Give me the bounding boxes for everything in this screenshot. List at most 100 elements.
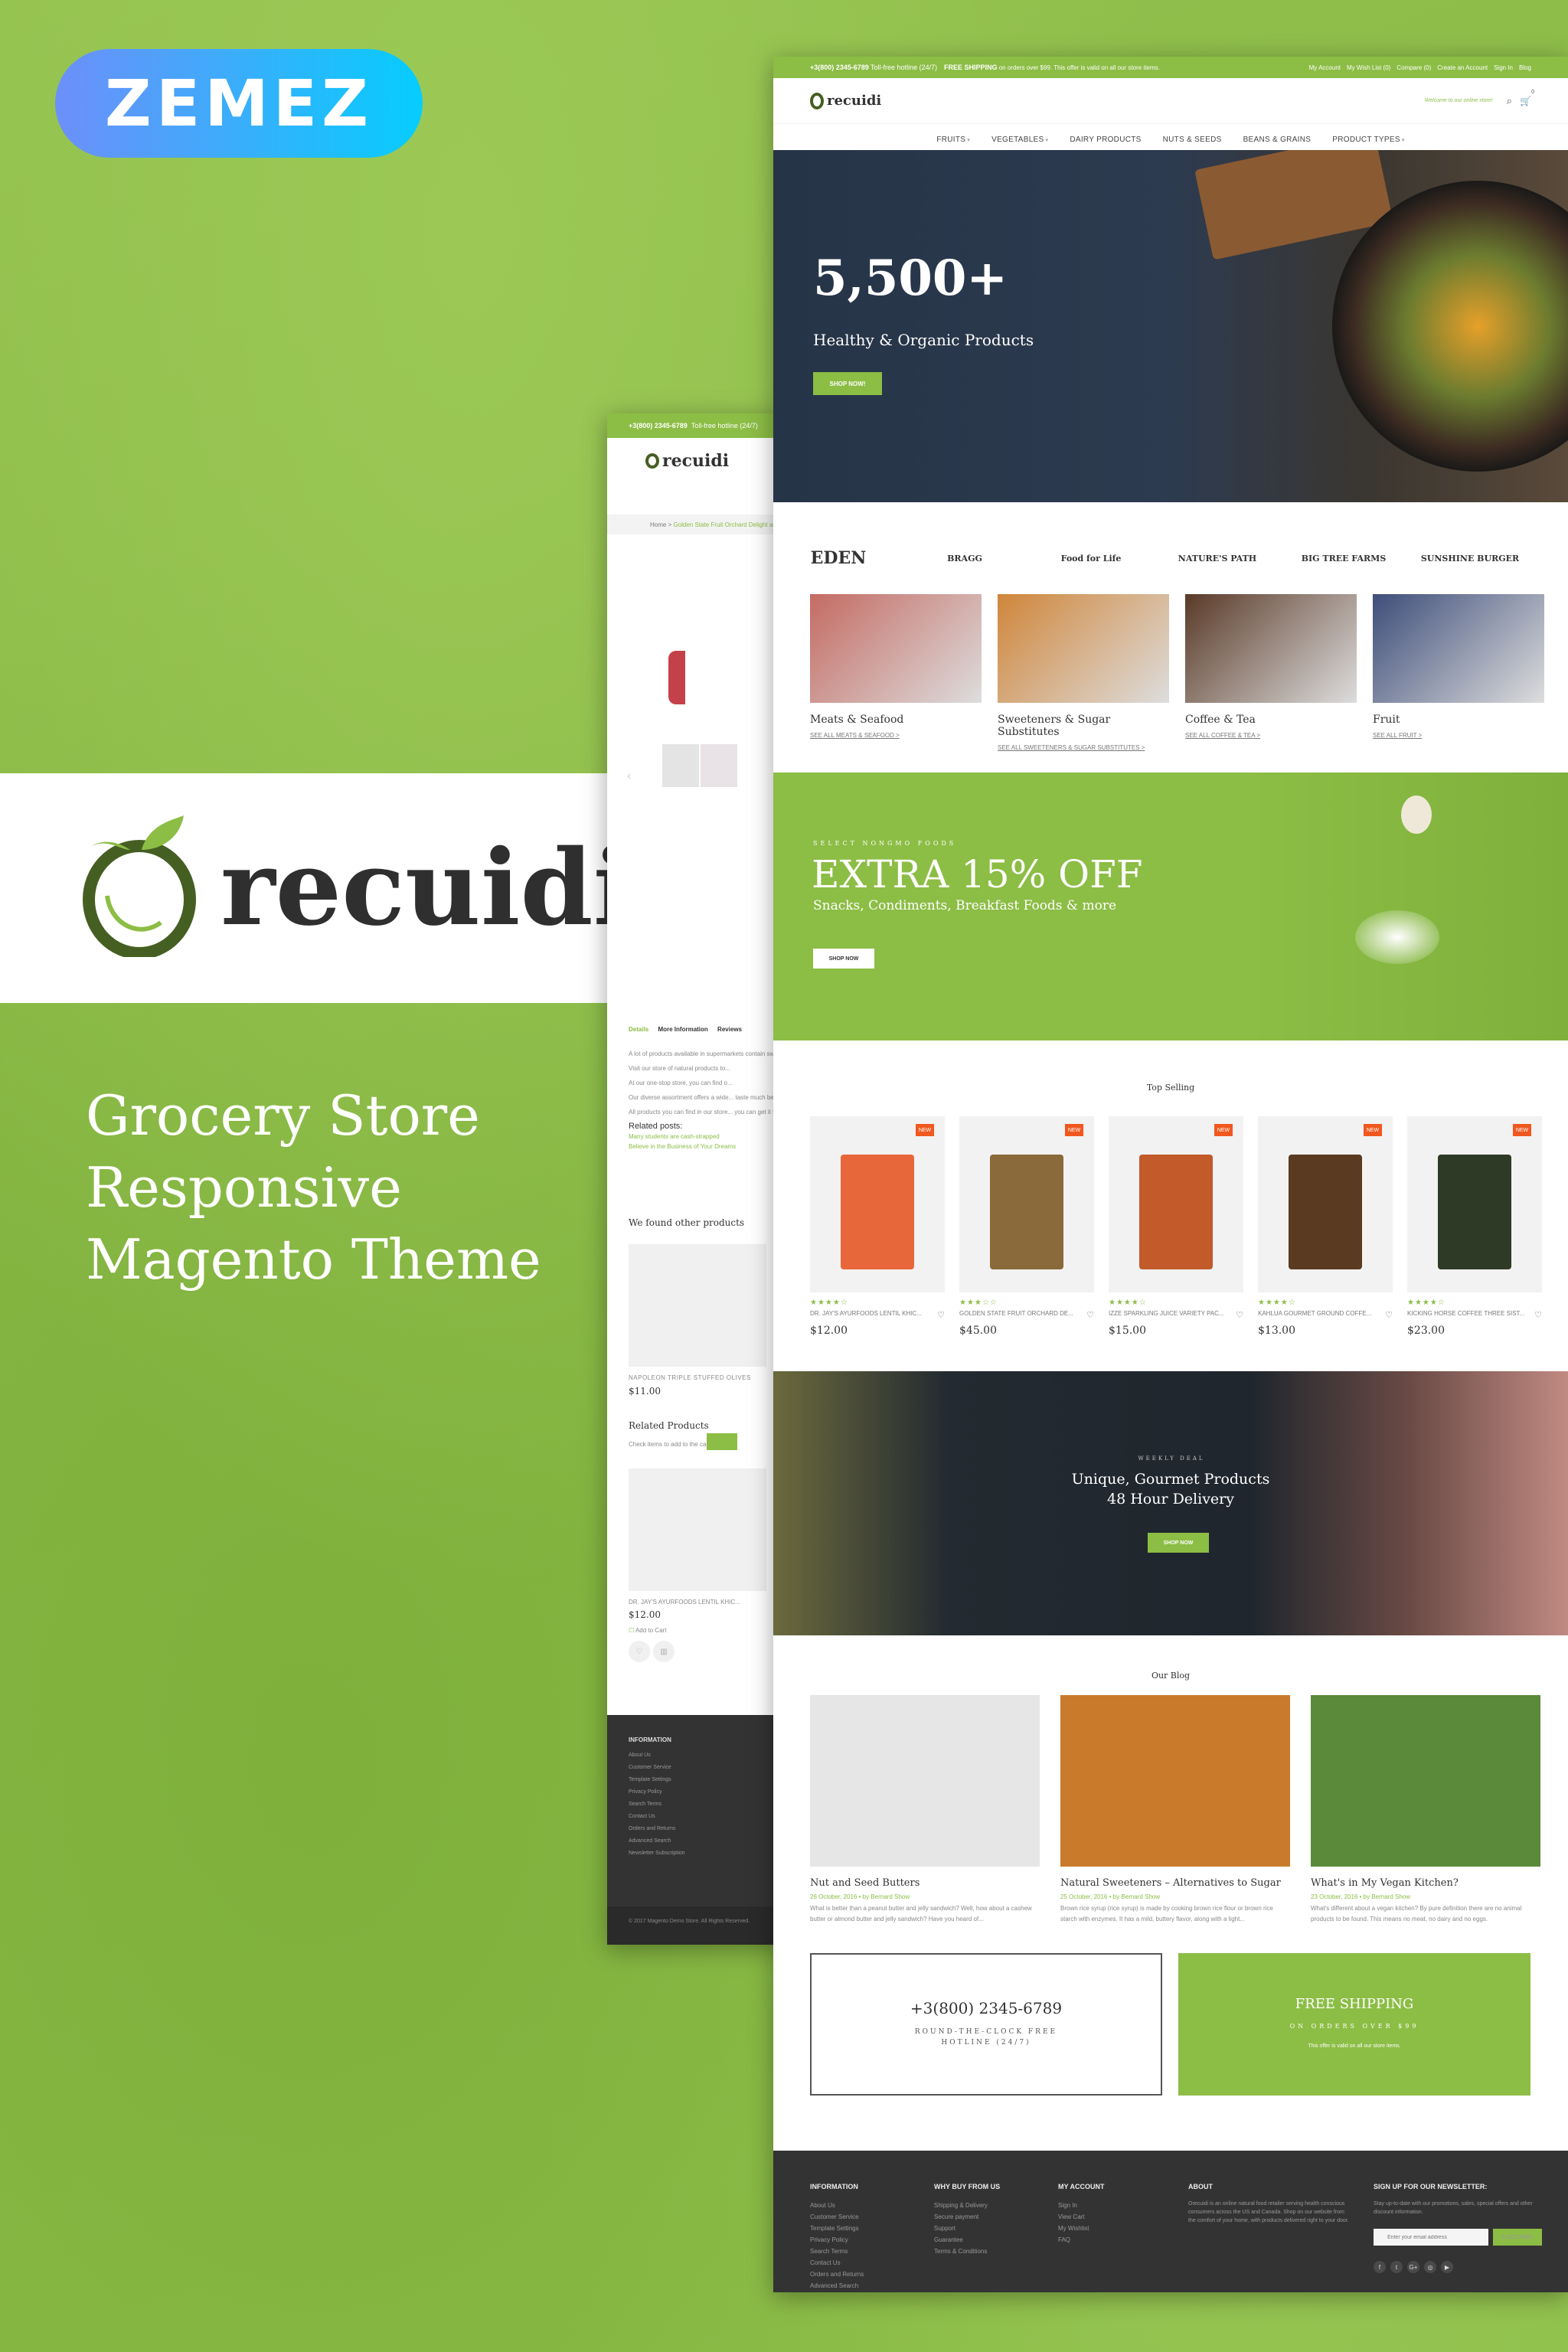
- pp-thumb-2[interactable]: [701, 744, 737, 787]
- pp-related-post-link[interactable]: Believe in the Business of Your Dreams: [629, 1142, 783, 1152]
- product-card[interactable]: NEW ★★★★☆ DR. JAY'S AYURFOODS LENTIL KHIC.…: [810, 1116, 945, 1337]
- blog-post-title[interactable]: Nut and Seed Butters: [810, 1877, 1040, 1889]
- footer-link[interactable]: View Cart: [1058, 2211, 1105, 2223]
- product-name[interactable]: DR. JAY'S AYURFOODS LENTIL KHIC...: [810, 1310, 922, 1320]
- product-name[interactable]: GOLDEN STATE FRUIT ORCHARD DE...: [959, 1310, 1073, 1320]
- blog-post-image[interactable]: [1060, 1695, 1290, 1867]
- pp-footer-link[interactable]: Advanced Search: [629, 1835, 762, 1847]
- category-image[interactable]: [1373, 594, 1544, 703]
- category-card[interactable]: Fruit SEE ALL FRUIT >: [1373, 594, 1544, 739]
- instagram-icon[interactable]: ◎: [1424, 2261, 1436, 2273]
- footer-link[interactable]: Contact Us: [810, 2257, 874, 2269]
- brand-logo[interactable]: SUNSHINE BURGER: [1420, 516, 1520, 600]
- pp-tab-reviews[interactable]: Reviews: [717, 1026, 742, 1033]
- product-name[interactable]: IZZE SPARKLING JUICE VARIETY PAC...: [1109, 1310, 1224, 1320]
- footer-link[interactable]: Template Settings: [810, 2223, 874, 2234]
- footer-link[interactable]: Orders and Returns: [810, 2269, 874, 2280]
- pp-footer-link[interactable]: Search Terms: [629, 1798, 762, 1811]
- footer-link[interactable]: Search Terms: [810, 2246, 874, 2257]
- category-name[interactable]: Sweeteners & Sugar Substitutes: [998, 714, 1169, 738]
- product-image[interactable]: NEW: [959, 1116, 1094, 1292]
- blog-post-author[interactable]: by Bernard Show: [1364, 1893, 1410, 1900]
- nav-item[interactable]: PRODUCT TYPES ▾: [1332, 136, 1404, 144]
- pp-footer-link[interactable]: Newsletter Subscription: [629, 1847, 762, 1860]
- twitter-icon[interactable]: t: [1390, 2261, 1403, 2273]
- nav-item[interactable]: DAIRY PRODUCTS: [1070, 136, 1141, 144]
- category-see-all-link[interactable]: SEE ALL MEATS & SEAFOOD >: [810, 732, 982, 739]
- pp-logo[interactable]: recuidi: [662, 451, 729, 471]
- product-image[interactable]: NEW: [1407, 1116, 1542, 1292]
- product-name[interactable]: KAHLUA GOURMET GROUND COFFE...: [1258, 1310, 1371, 1320]
- blog-post-title[interactable]: What's in My Vegan Kitchen?: [1311, 1877, 1540, 1889]
- topbar-link[interactable]: My Wish List (0): [1347, 64, 1390, 71]
- topbar-link[interactable]: Sign In: [1494, 64, 1513, 71]
- pp-footer-link[interactable]: Contact Us: [629, 1811, 762, 1823]
- blog-post-image[interactable]: [1311, 1695, 1540, 1867]
- pp-add-to-cart-checkbox[interactable]: ☐ Add to Cart: [629, 1627, 666, 1634]
- pp-other-product-image[interactable]: [629, 1244, 766, 1367]
- hero-shop-now-button[interactable]: SHOP NOW!: [813, 372, 882, 395]
- footer-link[interactable]: Shipping & Delivery: [934, 2200, 1000, 2211]
- footer-link[interactable]: Terms & Conditions: [934, 2246, 1000, 2257]
- category-card[interactable]: Sweeteners & Sugar Substitutes SEE ALL SW…: [998, 594, 1169, 751]
- product-image[interactable]: NEW: [1109, 1116, 1243, 1292]
- pp-footer-link[interactable]: Customer Service: [629, 1762, 762, 1774]
- footer-link[interactable]: Customer Service: [810, 2211, 874, 2223]
- product-image[interactable]: NEW: [810, 1116, 945, 1292]
- pp-topbar-phone[interactable]: +3(800) 2345-6789: [629, 422, 688, 430]
- heart-icon[interactable]: ♡: [1385, 1310, 1393, 1320]
- topbar-phone[interactable]: +3(800) 2345-6789: [810, 64, 869, 71]
- product-image[interactable]: NEW: [1258, 1116, 1393, 1292]
- footer-link[interactable]: My Wishlist: [1058, 2223, 1105, 2234]
- nav-item[interactable]: FRUITS ▾: [936, 136, 970, 144]
- blog-post-author[interactable]: by Bernard Show: [1113, 1893, 1160, 1900]
- brand-logo[interactable]: EDEN: [789, 516, 888, 600]
- blog-post-title[interactable]: Natural Sweeteners – Alternatives to Sug…: [1060, 1877, 1290, 1889]
- pp-breadcrumb-home[interactable]: Home >: [650, 521, 671, 528]
- category-image[interactable]: [810, 594, 982, 703]
- pp-compare-icon[interactable]: ▥: [653, 1641, 675, 1662]
- pp-footer-link[interactable]: Orders and Returns: [629, 1823, 762, 1835]
- category-see-all-link[interactable]: SEE ALL SWEETENERS & SUGAR SUBSTITUTES >: [998, 744, 1169, 751]
- heart-icon[interactable]: ♡: [1086, 1310, 1094, 1320]
- topbar-link[interactable]: My Account: [1309, 64, 1341, 71]
- category-see-all-link[interactable]: SEE ALL COFFEE & TEA >: [1185, 732, 1357, 739]
- product-card[interactable]: NEW ★★★★☆ KAHLUA GOURMET GROUND COFFE... ♡ $…: [1258, 1116, 1393, 1337]
- blog-post-image[interactable]: [810, 1695, 1040, 1867]
- blog-post-author[interactable]: by Bernard Show: [863, 1893, 910, 1900]
- category-name[interactable]: Coffee & Tea: [1185, 714, 1357, 726]
- youtube-icon[interactable]: ▶: [1441, 2261, 1453, 2273]
- newsletter-email-input[interactable]: [1374, 2229, 1488, 2246]
- cart-icon[interactable]: 🛒 0: [1520, 90, 1534, 106]
- weekly-deal-shop-now-button[interactable]: SHOP NOW: [1148, 1533, 1209, 1553]
- topbar-link[interactable]: Create an Account: [1437, 64, 1488, 71]
- category-card[interactable]: Coffee & Tea SEE ALL COFFEE & TEA >: [1185, 594, 1357, 739]
- brand-logo[interactable]: NATURE'S PATH: [1168, 516, 1267, 600]
- category-image[interactable]: [1185, 594, 1357, 703]
- pp-other-product-name[interactable]: NAPOLEON TRIPLE STUFFED OLIVES: [629, 1374, 751, 1381]
- footer-link[interactable]: Guarantee: [934, 2234, 1000, 2246]
- product-name[interactable]: KICKING HORSE COFFEE THREE SIST...: [1407, 1310, 1524, 1320]
- product-card[interactable]: NEW ★★★☆☆ GOLDEN STATE FRUIT ORCHARD DE...…: [959, 1116, 1094, 1337]
- brand-logo[interactable]: Food for Life: [1041, 516, 1141, 600]
- heart-icon[interactable]: ♡: [1534, 1310, 1542, 1320]
- heart-icon[interactable]: ♡: [1236, 1310, 1243, 1320]
- footer-link[interactable]: Advanced Search: [810, 2280, 874, 2292]
- product-card[interactable]: NEW ★★★★☆ IZZE SPARKLING JUICE VARIETY PAC…: [1109, 1116, 1243, 1337]
- nav-item[interactable]: NUTS & SEEDS: [1163, 136, 1222, 144]
- topbar-link[interactable]: Compare (0): [1396, 64, 1431, 71]
- pp-footer-link[interactable]: Template Settings: [629, 1774, 762, 1786]
- pp-related-post-link[interactable]: Many students are cash-strapped: [629, 1132, 783, 1142]
- footer-link[interactable]: FAQ: [1058, 2234, 1105, 2246]
- footer-link[interactable]: Secure payment: [934, 2211, 1000, 2223]
- nav-item[interactable]: VEGETABLES ▾: [991, 136, 1048, 144]
- pp-gallery-prev-icon[interactable]: ‹: [627, 769, 631, 783]
- subscribe-button[interactable]: SUBSCRIBE!: [1493, 2229, 1542, 2246]
- facebook-icon[interactable]: f: [1374, 2261, 1386, 2273]
- pp-footer-link[interactable]: About Us: [629, 1749, 762, 1762]
- pp-footer-link[interactable]: Privacy Policy: [629, 1786, 762, 1798]
- category-see-all-link[interactable]: SEE ALL FRUIT >: [1373, 732, 1544, 739]
- footer-link[interactable]: About Us: [810, 2200, 874, 2211]
- pp-related-product-image[interactable]: [629, 1468, 766, 1591]
- pp-related-product-name[interactable]: DR. JAY'S AYURFOODS LENTIL KHIC...: [629, 1599, 740, 1606]
